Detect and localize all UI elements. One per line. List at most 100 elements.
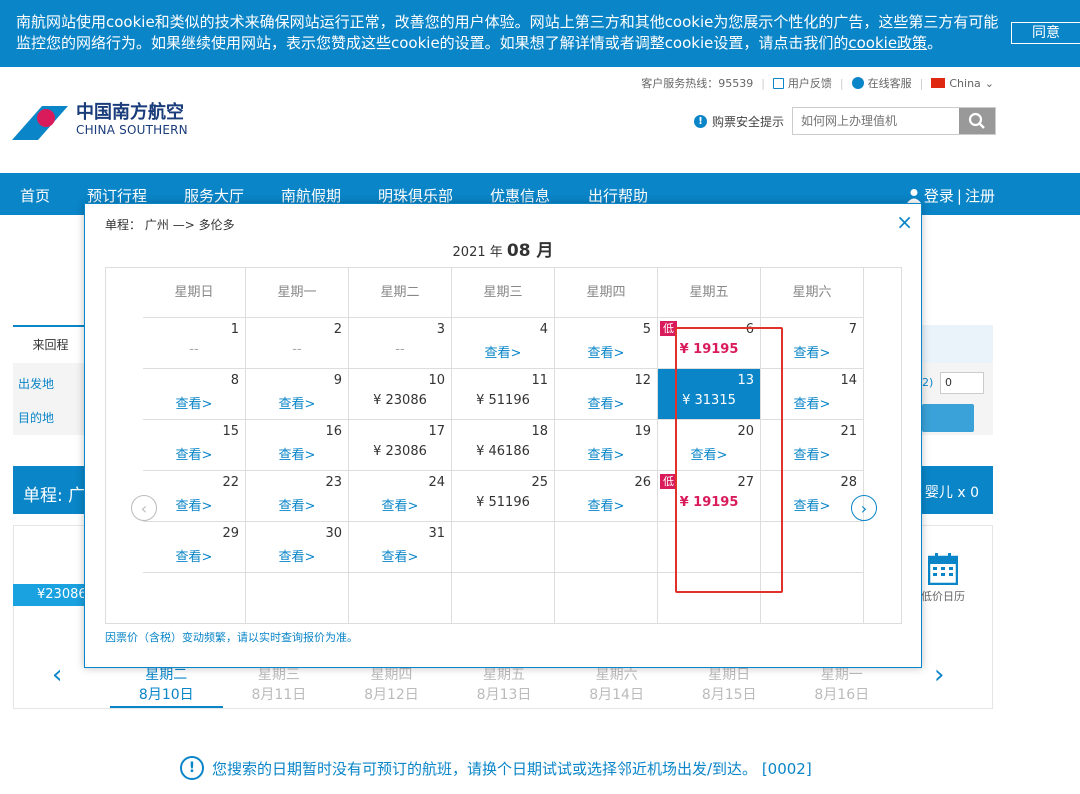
day-number: 10	[428, 373, 445, 388]
view-fare-link[interactable]: 查看>	[246, 393, 348, 412]
next-week-icon[interactable]: ›	[934, 660, 944, 690]
view-fare-link[interactable]: 查看>	[452, 342, 554, 361]
calendar-day-cell	[246, 573, 349, 624]
fare-value[interactable]: ¥ 23086	[349, 444, 451, 459]
view-fare-link[interactable]: 查看>	[246, 444, 348, 463]
fare-value[interactable]: ¥ 51196	[452, 495, 554, 510]
trip-label: 单程: 广	[23, 486, 86, 506]
calendar-day-cell[interactable]: 16 查看>	[246, 420, 349, 471]
customer-service-icon	[851, 77, 864, 89]
date-tab[interactable]: 星期三 8月11日	[223, 661, 336, 708]
date-tab[interactable]: 星期日 8月15日	[673, 661, 786, 708]
calendar-day-cell[interactable]: 10 ¥ 23086	[349, 369, 452, 420]
low-price-calendar-link[interactable]: 低价日历	[921, 553, 965, 604]
calendar-day-cell[interactable]: 12 查看>	[555, 369, 658, 420]
passenger-select[interactable]: 0	[940, 372, 984, 394]
date-tab-date: 8月16日	[814, 687, 870, 703]
calendar-day-cell[interactable]: 22 查看>	[143, 471, 246, 522]
view-fare-link[interactable]: 查看>	[143, 546, 245, 565]
day-number: 19	[634, 424, 651, 439]
safety-tip-link[interactable]: ! 购票安全提示	[694, 113, 784, 130]
day-number: 17	[428, 424, 445, 439]
login-link[interactable]: 登录	[924, 185, 954, 206]
day-number: 16	[325, 424, 342, 439]
logo[interactable]: 中国南方航空 CHINA SOUTHERN	[12, 100, 188, 140]
calendar-day-cell	[555, 522, 658, 573]
calendar-day-cell[interactable]: 23 查看>	[246, 471, 349, 522]
region-selector[interactable]: China ⌄	[931, 77, 994, 90]
fare-value[interactable]: ¥ 46186	[452, 444, 554, 459]
feedback-label: 用户反馈	[787, 77, 832, 90]
calendar-day-cell[interactable]: 4 查看>	[452, 318, 555, 369]
calendar-day-cell[interactable]: 17 ¥ 23086	[349, 420, 452, 471]
online-service-link[interactable]: 在线客服	[851, 75, 912, 91]
date-tab[interactable]: 星期六 8月14日	[560, 661, 673, 708]
china-flag-icon	[931, 78, 946, 88]
weekday-header: 星期二	[349, 268, 452, 318]
feedback-link[interactable]: 用户反馈	[772, 75, 832, 91]
no-flight-notice: ! 您搜索的日期暂时没有可预订的航班，请换个日期试试或选择邻近机场出发/到达。 …	[180, 756, 812, 780]
view-fare-link[interactable]: 查看>	[349, 495, 451, 514]
date-tab-date: 8月14日	[589, 687, 644, 703]
online-service-label: 在线客服	[867, 77, 912, 90]
calendar-icon	[927, 553, 959, 586]
calendar-day-cell[interactable]: 24 查看>	[349, 471, 452, 522]
date-tab[interactable]: 星期二 8月10日	[110, 661, 223, 708]
search-flights-button[interactable]	[922, 404, 974, 432]
day-number: 11	[531, 373, 548, 388]
view-fare-link[interactable]: 查看>	[555, 495, 657, 514]
view-fare-link[interactable]: 查看>	[555, 342, 657, 361]
calendar-day-cell[interactable]: 9 查看>	[246, 369, 349, 420]
view-fare-link[interactable]: 查看>	[143, 444, 245, 463]
cookie-policy-link[interactable]: cookie政策	[848, 34, 927, 52]
fare-value: --	[189, 342, 199, 357]
view-fare-link[interactable]: 查看>	[246, 495, 348, 514]
calendar-day-cell	[143, 573, 246, 624]
fare-value[interactable]: ¥ 51196	[452, 393, 554, 408]
search-input[interactable]	[793, 108, 959, 134]
calendar-day-cell[interactable]: 29 查看>	[143, 522, 246, 573]
next-month-button[interactable]: ›	[851, 495, 877, 521]
calendar-day-cell[interactable]: 8 查看>	[143, 369, 246, 420]
calendar-day-cell[interactable]: 18 ¥ 46186	[452, 420, 555, 471]
view-fare-link[interactable]: 查看>	[349, 546, 451, 565]
calendar-day-cell[interactable]: 30 查看>	[246, 522, 349, 573]
weekday-header: 星期一	[246, 268, 349, 318]
close-icon[interactable]: ×	[896, 210, 913, 234]
date-tab[interactable]: 星期一 8月16日	[785, 661, 898, 708]
day-number: 22	[222, 475, 239, 490]
day-number: 25	[531, 475, 548, 490]
month-title: 2021 年 08 月	[452, 241, 554, 261]
cookie-agree-button[interactable]: 同意	[1011, 22, 1080, 44]
calendar-day-cell[interactable]: 5 查看>	[555, 318, 658, 369]
tab-return[interactable]: 来回程	[13, 325, 88, 363]
date-tab[interactable]: 星期五 8月13日	[448, 661, 561, 708]
calendar-day-cell	[555, 573, 658, 624]
view-fare-link[interactable]: 查看>	[246, 546, 348, 565]
notice-text: 您搜索的日期暂时没有可预订的航班，请换个日期试试或选择邻近机场出发/到达。 [0…	[212, 759, 812, 778]
calendar-day-cell[interactable]: 26 查看>	[555, 471, 658, 522]
search-button[interactable]	[959, 108, 995, 134]
calendar-day-cell[interactable]: 19 查看>	[555, 420, 658, 471]
view-fare-link[interactable]: 查看>	[143, 495, 245, 514]
view-fare-link[interactable]: 查看>	[555, 444, 657, 463]
to-label: 目的地	[18, 411, 55, 425]
calendar-day-cell[interactable]: 25 ¥ 51196	[452, 471, 555, 522]
low-price-calendar-label: 低价日历	[921, 590, 965, 603]
day-number: 8	[230, 373, 239, 388]
nav-home[interactable]: 首页	[20, 185, 50, 206]
login-divider: |	[956, 186, 962, 205]
search-box	[792, 107, 996, 135]
view-fare-link[interactable]: 查看>	[555, 393, 657, 412]
fare-value[interactable]: ¥ 23086	[349, 393, 451, 408]
calendar-day-cell[interactable]: 31 查看>	[349, 522, 452, 573]
day-number: 15	[222, 424, 239, 439]
view-fare-link[interactable]: 查看>	[143, 393, 245, 412]
date-tab-date: 8月12日	[364, 687, 419, 703]
calendar-day-cell[interactable]: 11 ¥ 51196	[452, 369, 555, 420]
date-tab[interactable]: 星期四 8月12日	[335, 661, 448, 708]
calendar-day-cell[interactable]: 15 查看>	[143, 420, 246, 471]
prev-week-icon[interactable]: ‹	[52, 660, 62, 690]
register-link[interactable]: 注册	[965, 185, 995, 206]
route-info: 单程： 广州 —> 多伦多	[105, 218, 235, 232]
